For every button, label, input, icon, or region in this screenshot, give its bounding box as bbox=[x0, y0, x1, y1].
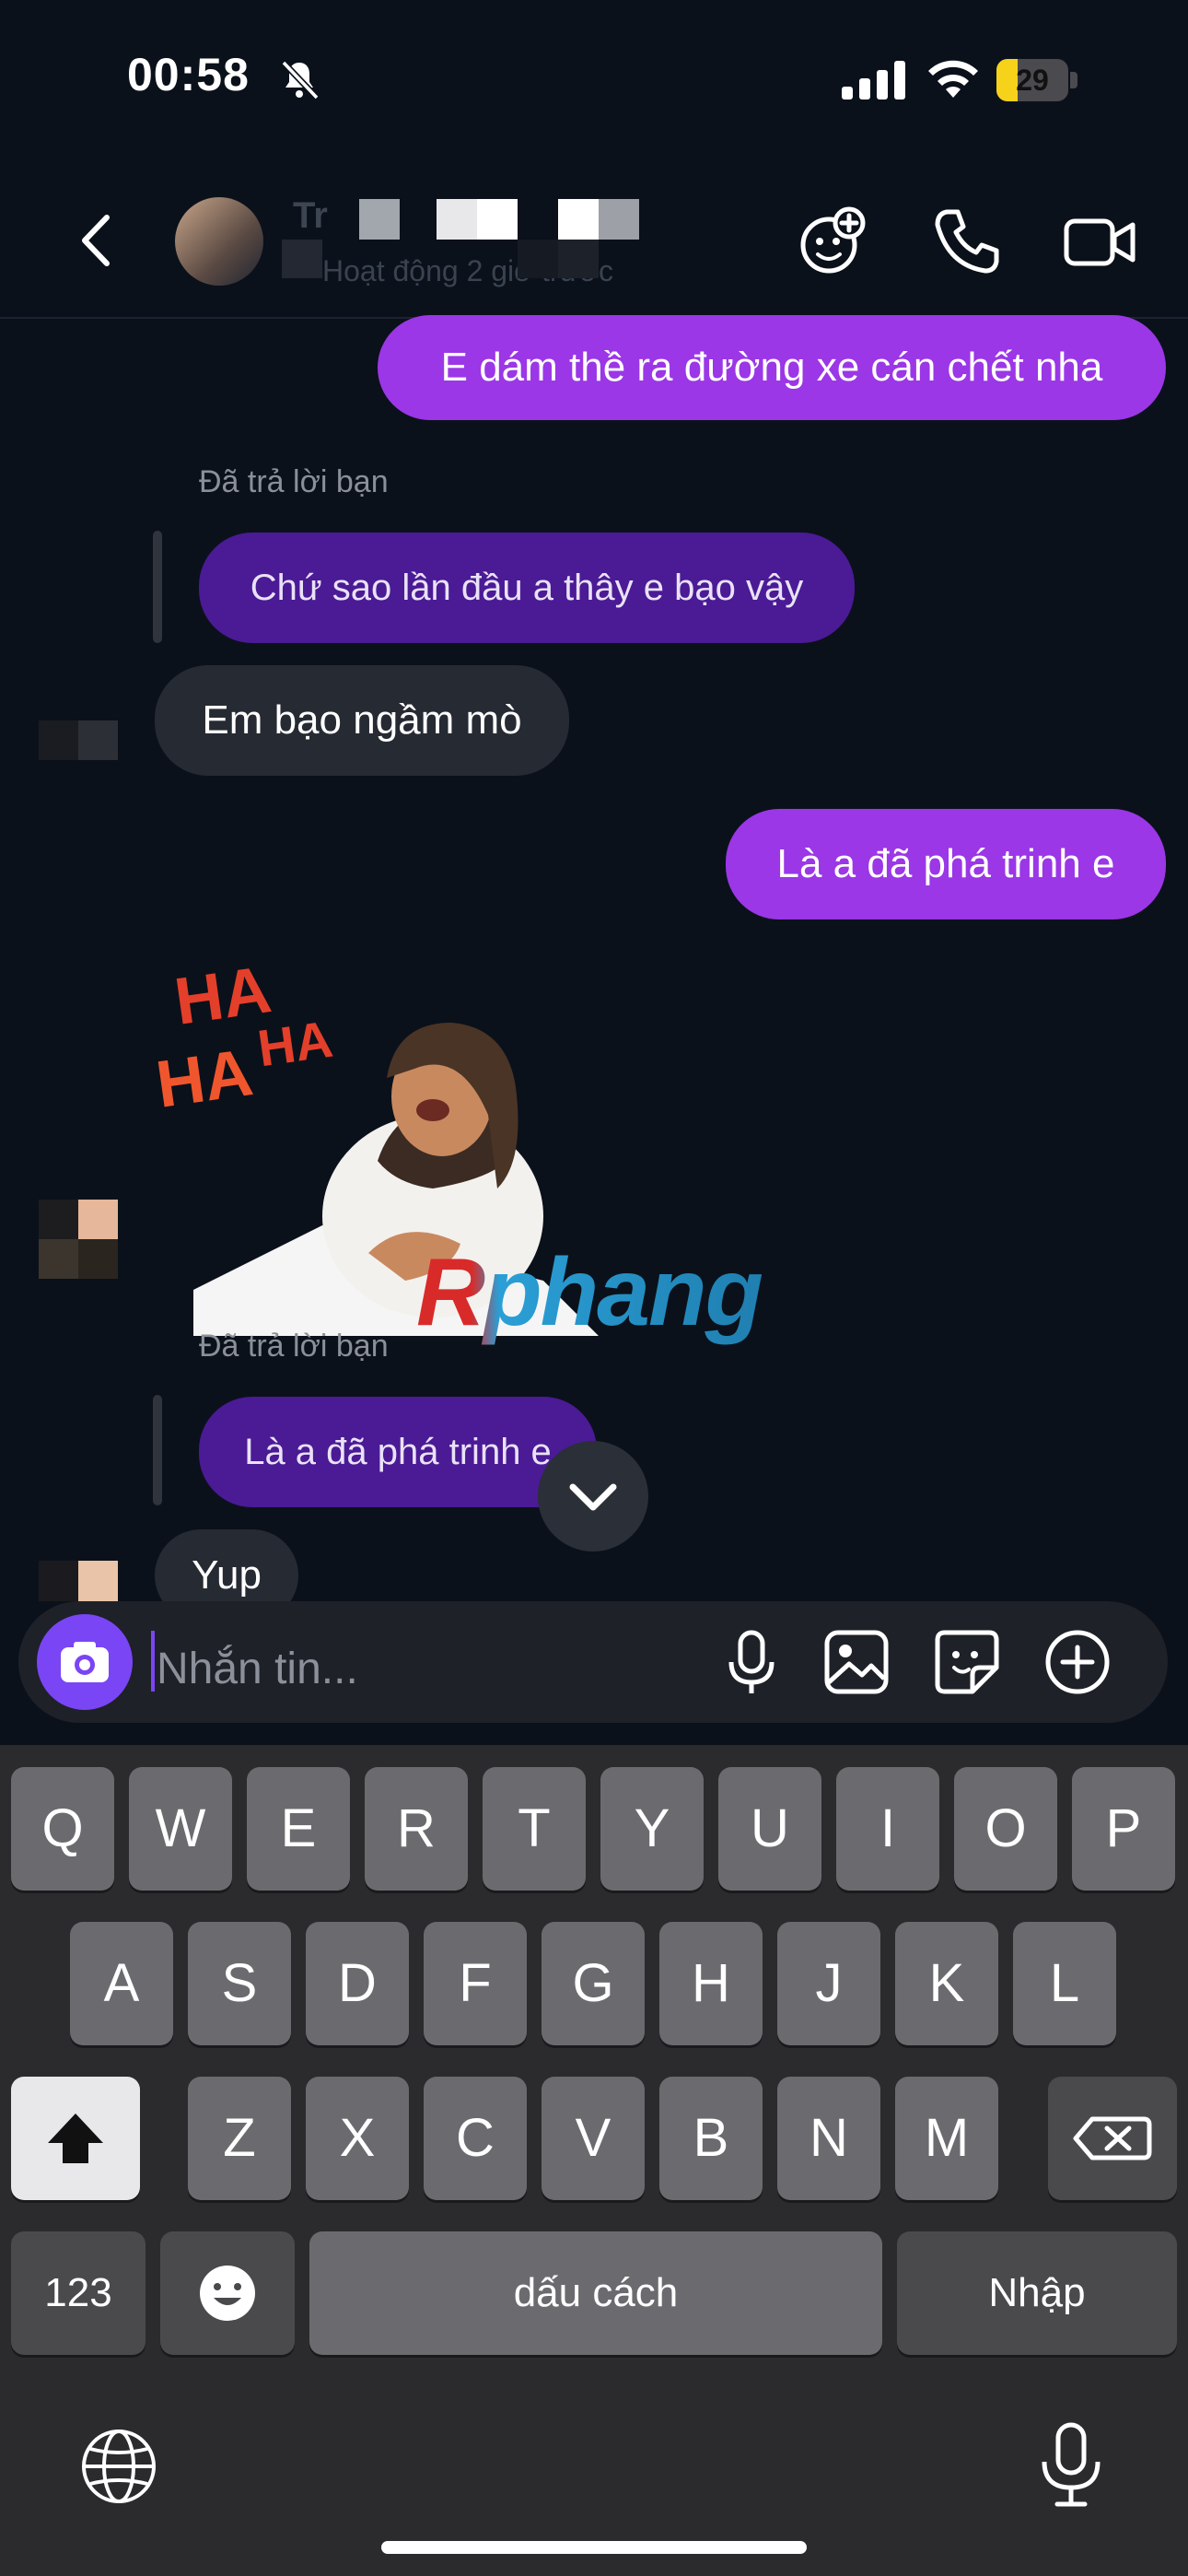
numbers-key[interactable]: 123 bbox=[11, 2231, 146, 2355]
key-o[interactable]: O bbox=[954, 1767, 1057, 1891]
backspace-key[interactable] bbox=[1048, 2077, 1177, 2200]
effects-sticker-icon[interactable] bbox=[796, 205, 869, 278]
key-f[interactable]: F bbox=[424, 1922, 527, 2045]
reply-quote-bar bbox=[153, 531, 162, 643]
phone-call-icon[interactable] bbox=[930, 205, 1004, 278]
text-caret bbox=[151, 1631, 155, 1692]
key-h[interactable]: H bbox=[659, 1922, 763, 2045]
dictation-microphone-icon[interactable] bbox=[1030, 2421, 1112, 2510]
key-a[interactable]: A bbox=[70, 1922, 173, 2045]
camera-icon bbox=[61, 1642, 109, 1682]
contact-avatar[interactable] bbox=[175, 197, 263, 286]
key-p[interactable]: P bbox=[1072, 1767, 1175, 1891]
contact-name[interactable]: Tr bbox=[293, 195, 328, 237]
key-w[interactable]: W bbox=[129, 1767, 232, 1891]
microphone-icon[interactable] bbox=[716, 1627, 786, 1697]
status-time: 00:58 bbox=[127, 49, 250, 100]
shift-key[interactable] bbox=[11, 2077, 140, 2200]
cellular-signal-icon bbox=[842, 61, 905, 100]
key-d[interactable]: D bbox=[306, 1922, 409, 2045]
key-x[interactable]: X bbox=[306, 2077, 409, 2200]
incoming-message[interactable]: Em bạo ngầm mò bbox=[155, 665, 569, 776]
outgoing-message[interactable]: Là a đã phá trinh e bbox=[726, 809, 1166, 919]
outgoing-message[interactable]: E dám thề ra đường xe cán chết nha bbox=[378, 315, 1166, 420]
key-v[interactable]: V bbox=[542, 2077, 645, 2200]
scroll-to-bottom-button[interactable] bbox=[538, 1441, 648, 1551]
watermark-logo: Rphang bbox=[416, 1239, 763, 1346]
message-input[interactable]: Nhắn tin... bbox=[157, 1644, 358, 1694]
shift-arrow-icon bbox=[48, 2113, 103, 2163]
sender-avatar[interactable] bbox=[39, 1200, 118, 1279]
chevron-down-icon bbox=[569, 1483, 617, 1511]
sticker-icon[interactable] bbox=[932, 1627, 1002, 1697]
sender-avatar[interactable] bbox=[39, 1561, 118, 1601]
key-m[interactable]: M bbox=[895, 2077, 998, 2200]
key-c[interactable]: C bbox=[424, 2077, 527, 2200]
key-y[interactable]: Y bbox=[600, 1767, 704, 1891]
key-g[interactable]: G bbox=[542, 1922, 645, 2045]
key-s[interactable]: S bbox=[188, 1922, 291, 2045]
key-i[interactable]: I bbox=[836, 1767, 939, 1891]
battery-indicator: 29 bbox=[996, 59, 1079, 101]
bell-muted-icon bbox=[281, 60, 320, 100]
emoji-key[interactable] bbox=[160, 2231, 295, 2355]
key-r[interactable]: R bbox=[365, 1767, 468, 1891]
sender-avatar[interactable] bbox=[39, 700, 118, 779]
key-b[interactable]: B bbox=[659, 2077, 763, 2200]
return-key[interactable]: Nhập bbox=[897, 2231, 1177, 2355]
sticker-ha-low: HA bbox=[151, 1036, 258, 1122]
back-chevron-icon[interactable] bbox=[64, 208, 129, 273]
backspace-icon bbox=[1073, 2116, 1152, 2160]
key-k[interactable]: K bbox=[895, 1922, 998, 2045]
reply-label: Đã trả lời bạn bbox=[199, 464, 389, 499]
key-z[interactable]: Z bbox=[188, 2077, 291, 2200]
key-q[interactable]: Q bbox=[11, 1767, 114, 1891]
key-u[interactable]: U bbox=[718, 1767, 821, 1891]
quoted-reply-message[interactable]: Chứ sao lần đầu a thây e bạo vậy bbox=[199, 533, 855, 643]
emoji-icon bbox=[200, 2266, 255, 2321]
key-t[interactable]: T bbox=[483, 1767, 586, 1891]
reply-label: Đã trả lời bạn bbox=[199, 1329, 389, 1364]
camera-button[interactable] bbox=[37, 1614, 133, 1710]
video-call-icon[interactable] bbox=[1063, 205, 1136, 278]
name-pixelation bbox=[282, 195, 663, 278]
space-key[interactable]: dấu cách bbox=[309, 2231, 882, 2355]
key-n[interactable]: N bbox=[777, 2077, 880, 2200]
add-plus-icon[interactable] bbox=[1042, 1627, 1112, 1697]
wifi-icon bbox=[928, 60, 978, 98]
battery-percent: 29 bbox=[1016, 64, 1049, 97]
globe-icon[interactable] bbox=[77, 2425, 160, 2508]
sticker-ha-mid: HA bbox=[254, 1009, 336, 1078]
gallery-image-icon[interactable] bbox=[821, 1627, 891, 1697]
key-j[interactable]: J bbox=[777, 1922, 880, 2045]
key-l[interactable]: L bbox=[1013, 1922, 1116, 2045]
key-e[interactable]: E bbox=[247, 1767, 350, 1891]
reply-quote-bar bbox=[153, 1395, 162, 1505]
home-indicator[interactable] bbox=[381, 2541, 807, 2554]
